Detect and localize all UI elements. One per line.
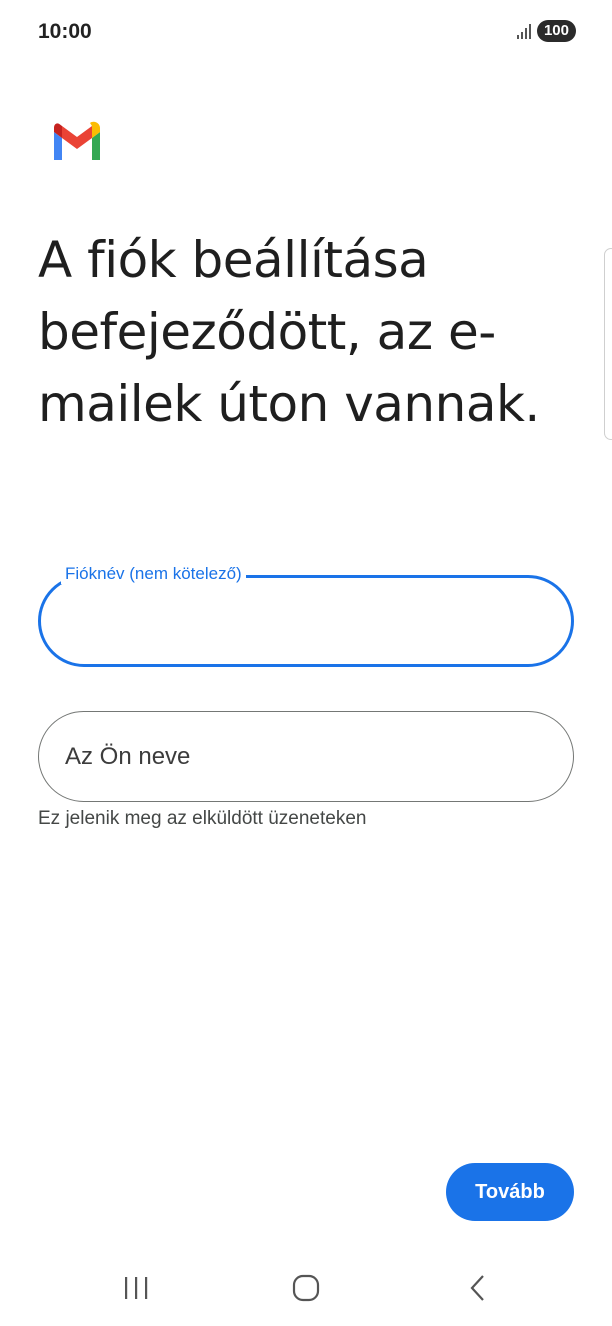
gmail-logo-icon <box>54 121 100 160</box>
status-icons: 100 <box>516 20 576 42</box>
signal-icon <box>516 23 531 39</box>
screen: 10:00 100 A fiók beállítása befejeződött… <box>0 0 612 1326</box>
next-button[interactable]: Tovább <box>446 1163 574 1221</box>
page-title: A fiók beállítása befejeződött, az e-mai… <box>38 231 540 433</box>
your-name-helper-text: Ez jelenik meg az elküldött üzeneteken <box>38 808 367 829</box>
back-icon[interactable] <box>458 1268 498 1308</box>
battery-icon: 100 <box>536 20 576 42</box>
account-name-input[interactable] <box>65 602 547 642</box>
account-name-field[interactable]: Fióknév (nem kötelező) <box>38 564 574 667</box>
status-time: 10:00 <box>38 20 92 43</box>
your-name-field[interactable] <box>38 711 574 802</box>
your-name-input[interactable] <box>65 737 549 777</box>
recents-icon[interactable] <box>116 1268 156 1308</box>
home-icon[interactable] <box>286 1268 326 1308</box>
account-name-label: Fióknév (nem kötelező) <box>61 564 246 584</box>
edge-panel-handle[interactable] <box>604 248 612 440</box>
